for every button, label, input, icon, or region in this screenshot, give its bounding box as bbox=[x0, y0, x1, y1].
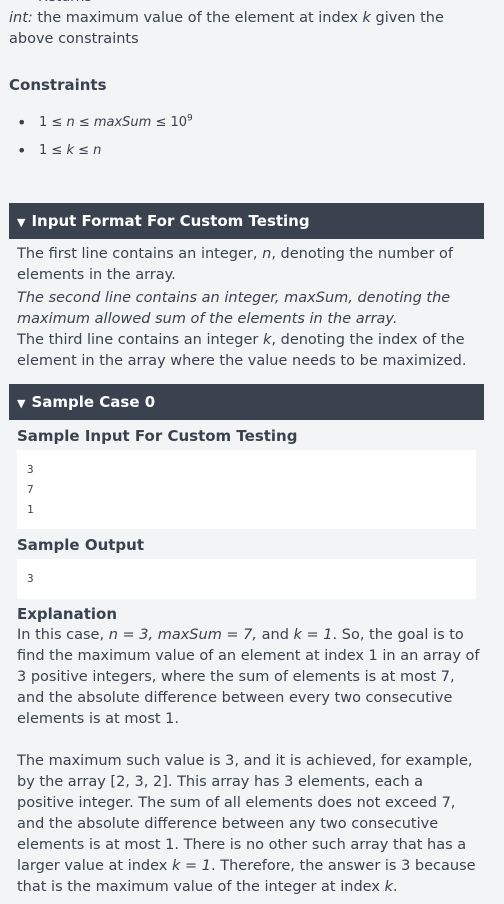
constraints-list: 1 ≤ n ≤ maxSum ≤ 109 1 ≤ k ≤ n bbox=[17, 112, 193, 168]
returns-description: int: the maximum value of the element at… bbox=[9, 10, 444, 47]
sample-input-title: Sample Input For Custom Testing bbox=[17, 427, 298, 445]
sample-case-header[interactable]: ▼ Sample Case 0 bbox=[9, 384, 484, 420]
input-format-header[interactable]: ▼ Input Format For Custom Testing bbox=[9, 203, 484, 239]
explanation-paragraph-1: In this case, n = 3, maxSum = 7, and k =… bbox=[17, 627, 480, 727]
constraints-title: Constraints bbox=[9, 76, 107, 94]
explanation-title: Explanation bbox=[17, 605, 118, 623]
collapse-triangle-icon: ▼ bbox=[17, 216, 26, 229]
sample-input-box: 3 7 1 bbox=[17, 450, 476, 529]
collapse-triangle-icon: ▼ bbox=[17, 397, 26, 410]
input-line-3: The third line contains an integer k, de… bbox=[17, 332, 467, 369]
return-type: int: bbox=[9, 10, 33, 26]
input-line-1: The first line contains an integer, n, d… bbox=[17, 246, 454, 283]
explanation-body: In this case, n = 3, maxSum = 7, and k =… bbox=[17, 625, 480, 898]
input-format-body: The first line contains an integer, n, d… bbox=[17, 244, 480, 372]
sample-output-box: 3 bbox=[17, 559, 476, 599]
input-line-2: The second line contains an integer, max… bbox=[17, 290, 451, 327]
sample-output-title: Sample Output bbox=[17, 536, 145, 554]
returns-heading: Returns bbox=[38, 0, 92, 8]
explanation-paragraph-2: The maximum such value is 3, and it is a… bbox=[17, 753, 476, 895]
constraint-item: 1 ≤ k ≤ n bbox=[17, 140, 193, 168]
constraint-item: 1 ≤ n ≤ maxSum ≤ 109 bbox=[17, 112, 193, 140]
